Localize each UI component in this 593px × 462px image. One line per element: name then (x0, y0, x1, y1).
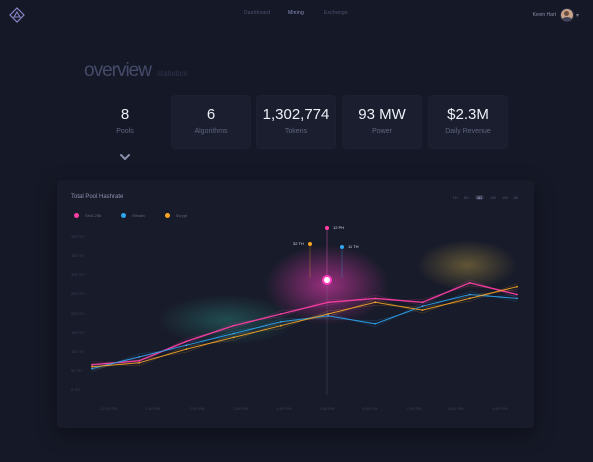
stat-label: Algorithms (194, 128, 228, 135)
stat-label: Tokens (284, 128, 308, 135)
data-point[interactable] (91, 363, 93, 366)
data-point[interactable] (516, 293, 518, 296)
nav-dashboard[interactable]: Dashboard (244, 10, 270, 16)
hashrate-line-chart[interactable] (57, 180, 534, 428)
data-point[interactable] (421, 305, 424, 308)
data-point[interactable] (279, 320, 282, 323)
callout-dot[interactable] (308, 242, 312, 246)
data-point[interactable] (138, 361, 141, 364)
data-point[interactable] (138, 356, 141, 358)
stat-algorithms[interactable]: 6 Algorithms (172, 96, 250, 148)
focus-point[interactable] (322, 275, 332, 285)
data-point[interactable] (91, 367, 93, 370)
data-point[interactable] (91, 365, 93, 368)
data-point[interactable] (516, 285, 518, 288)
data-point[interactable] (374, 301, 377, 304)
top-bar: Dashboard Mining Exchange Kevin Hart ▾ (0, 0, 593, 28)
data-point[interactable] (468, 297, 471, 300)
data-point[interactable] (374, 322, 377, 325)
data-point[interactable] (374, 297, 377, 300)
chevron-down-icon[interactable]: ▾ (576, 12, 579, 19)
chart-glow (417, 240, 517, 290)
page-title-text: overview (84, 60, 152, 81)
data-point[interactable] (138, 359, 141, 362)
stat-value: $2.3M (447, 106, 489, 123)
nav-mining[interactable]: Mining (288, 10, 304, 16)
data-point[interactable] (232, 324, 235, 327)
stat-pools[interactable]: 8 Pools (86, 96, 164, 148)
nav-exchange[interactable]: Exchange (324, 10, 348, 16)
stat-value: 8 (120, 106, 130, 123)
callout-label: 12 PH (333, 225, 345, 230)
hashrate-chart-panel: Total Pool Hashrate 1H 6H 1D 1W 1M All S… (57, 180, 534, 428)
data-point[interactable] (421, 309, 424, 311)
data-point[interactable] (421, 301, 424, 304)
data-point[interactable] (232, 332, 235, 335)
data-point[interactable] (327, 313, 330, 315)
stat-daily-revenue[interactable]: $2.3M Daily Revenue (429, 96, 507, 148)
page-title: overview statistics (84, 60, 188, 82)
stat-power[interactable]: 93 MW Power (343, 96, 421, 148)
data-point[interactable] (468, 293, 471, 296)
stat-label: Pools (116, 128, 134, 135)
callout-dot[interactable] (340, 245, 344, 249)
data-point[interactable] (232, 336, 235, 339)
user-menu[interactable]: Kevin Hart ▾ (533, 8, 579, 22)
stat-value: 6 (206, 106, 216, 123)
data-point[interactable] (327, 301, 330, 304)
data-point[interactable] (185, 348, 188, 350)
page-subtitle: statistics (156, 69, 188, 78)
expand-chevron-icon[interactable] (118, 150, 132, 164)
data-point[interactable] (185, 340, 188, 343)
callout-label: 11 TH (348, 244, 359, 249)
stat-label: Power (372, 128, 392, 135)
logo-icon[interactable] (9, 7, 25, 23)
stat-tokens[interactable]: 1,302,774 Tokens (257, 96, 335, 148)
data-point[interactable] (516, 297, 518, 300)
data-point[interactable] (185, 344, 188, 347)
stat-value: 1,302,774 (262, 106, 330, 123)
callout-dot[interactable] (325, 226, 329, 230)
data-point[interactable] (468, 281, 471, 284)
avatar[interactable] (559, 8, 574, 22)
stat-value: 93 MW (358, 106, 406, 123)
user-name: Kevin Hart (532, 12, 556, 18)
data-point[interactable] (279, 313, 282, 315)
callout-label: 32 TH (293, 241, 304, 246)
stat-label: Daily Revenue (445, 128, 491, 135)
data-point[interactable] (279, 324, 282, 327)
data-point[interactable] (327, 315, 330, 317)
